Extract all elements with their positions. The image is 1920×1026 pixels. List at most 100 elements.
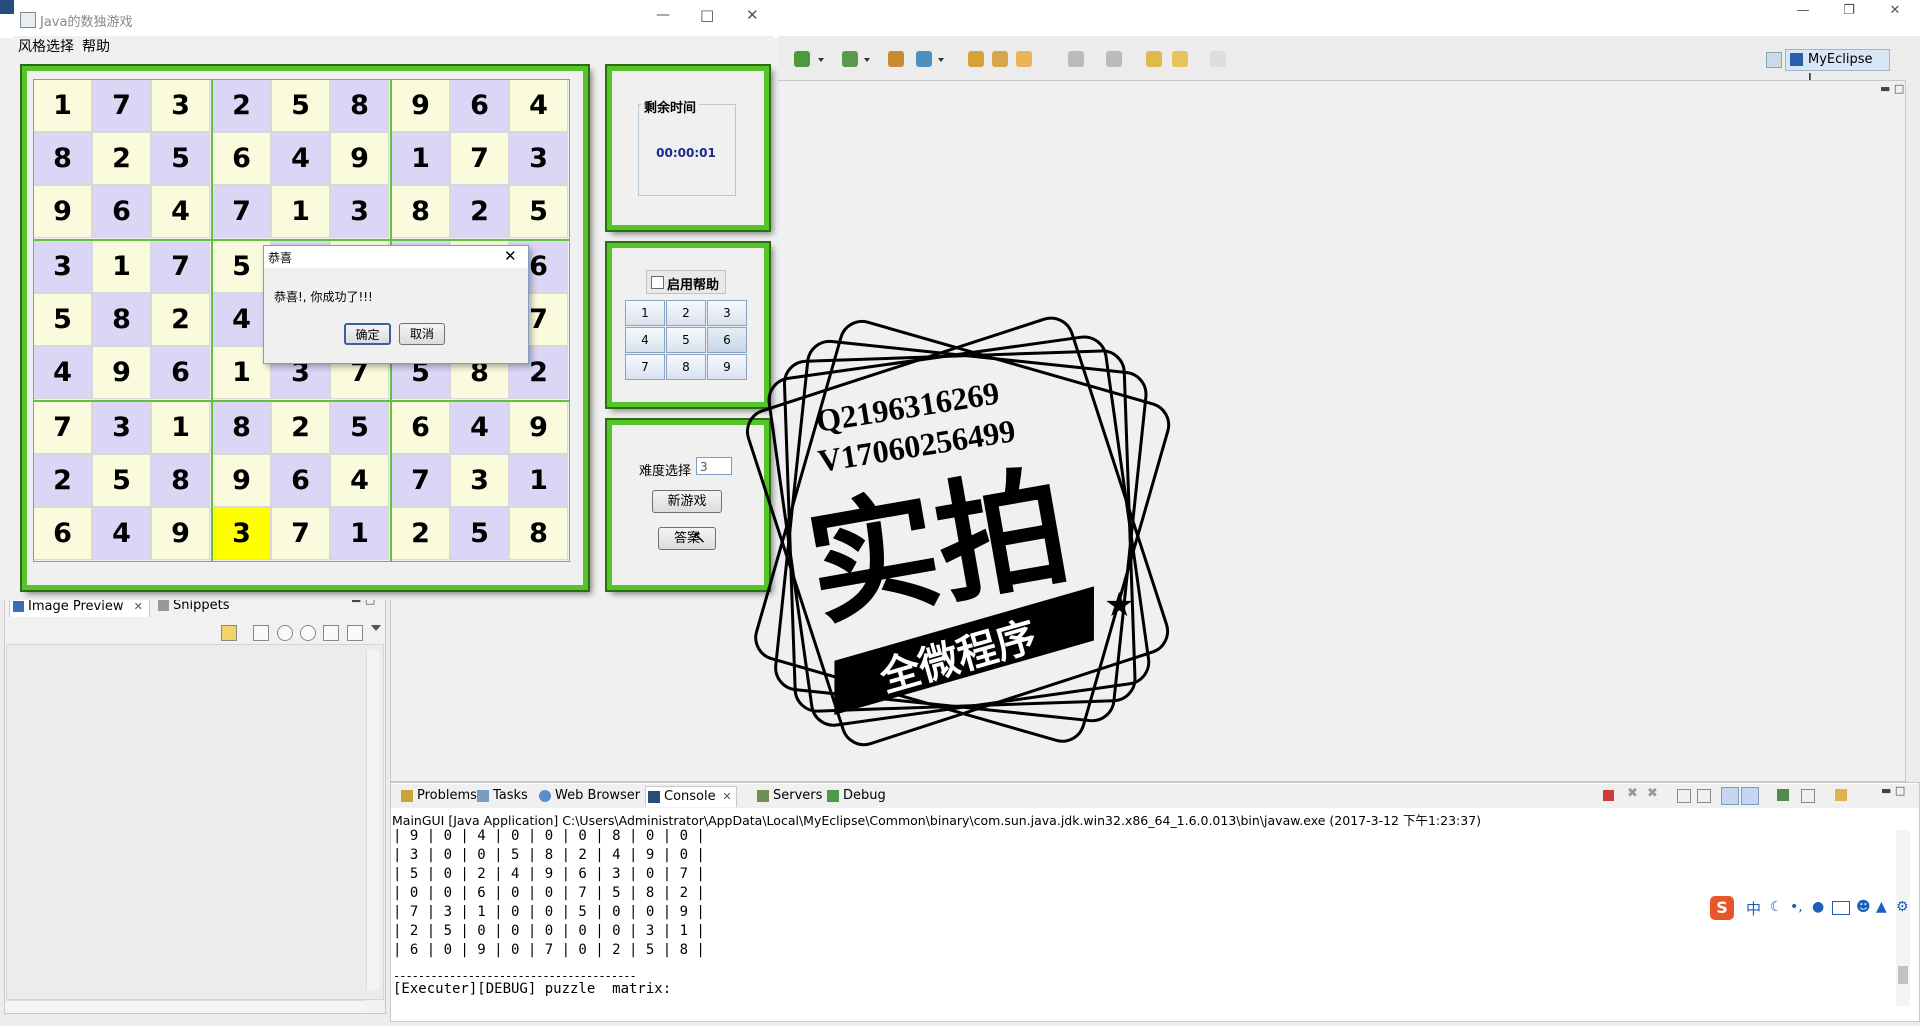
difficulty-input[interactable]: 3 [696,457,732,475]
sudoku-cell[interactable]: 3 [330,185,389,238]
show-stdout-icon[interactable] [1721,787,1739,805]
sudoku-cell[interactable]: 8 [391,185,450,238]
sudoku-cell[interactable]: 3 [33,240,92,293]
sudoku-cell[interactable]: 1 [391,132,450,185]
sudoku-cell[interactable]: 1 [92,240,151,293]
close-tab-icon[interactable]: ✕ [134,600,143,613]
clear-console-icon[interactable] [1677,789,1691,803]
sudoku-cell[interactable]: 9 [509,401,568,454]
minimize-icon[interactable]: — [656,7,670,23]
sudoku-cell[interactable]: 5 [330,401,389,454]
view-menu-icon[interactable] [371,625,381,631]
keypad-9[interactable]: 9 [707,354,747,380]
sudoku-cell[interactable]: 2 [33,454,92,507]
keypad-7[interactable]: 7 [625,354,665,380]
close-tab-icon[interactable]: ✕ [722,787,731,807]
keypad-3[interactable]: 3 [707,300,747,326]
keypad-5[interactable]: 5 [666,327,706,353]
sudoku-cell[interactable]: 7 [450,132,509,185]
chevron-down-icon[interactable] [864,58,870,62]
open-perspective-icon[interactable] [1766,52,1782,68]
sudoku-cell[interactable]: 5 [33,293,92,346]
sudoku-cell[interactable]: 7 [92,79,151,132]
sudoku-cell[interactable]: 8 [92,293,151,346]
answer-button[interactable]: 答案 [658,527,716,550]
editor-minmax-icon[interactable]: ▬ □ [1880,82,1904,95]
tab-tasks[interactable]: Tasks [475,786,528,806]
sudoku-cell[interactable]: 3 [450,454,509,507]
keypad-2[interactable]: 2 [666,300,706,326]
sudoku-cell[interactable]: 4 [33,346,92,399]
show-stderr-icon[interactable] [1741,787,1759,805]
sudoku-cell[interactable]: 2 [92,132,151,185]
microphone-icon[interactable]: ● [1812,899,1824,915]
sudoku-cell[interactable]: 4 [509,79,568,132]
sudoku-cell[interactable]: 4 [271,132,330,185]
sudoku-cell[interactable]: 2 [151,293,210,346]
last-edit-icon[interactable] [1146,51,1162,67]
sudoku-cell[interactable]: 9 [151,507,210,560]
sudoku-cell[interactable]: 7 [33,401,92,454]
menu-help[interactable]: 帮助 [82,38,110,56]
cancel-button[interactable]: 取消 [399,323,445,345]
new-game-button[interactable]: 新游戏 [652,490,722,513]
sudoku-cell[interactable]: 6 [33,507,92,560]
sudoku-cell[interactable]: 9 [92,346,151,399]
keypad-8[interactable]: 8 [666,354,706,380]
sudoku-cell[interactable]: 2 [271,401,330,454]
sudoku-cell[interactable]: 5 [450,507,509,560]
package-icon[interactable] [1016,51,1032,67]
tab-console[interactable]: Console ✕ [645,786,737,807]
sudoku-cell[interactable]: 6 [391,401,450,454]
view-minmax-icon[interactable]: ▬ □ [1881,784,1905,797]
sudoku-cell[interactable]: 9 [212,454,271,507]
sudoku-cell[interactable]: 1 [509,454,568,507]
sudoku-cell[interactable]: 1 [330,507,389,560]
sudoku-cell[interactable]: 6 [450,79,509,132]
sudoku-cell[interactable]: 7 [151,240,210,293]
keypad-6[interactable]: 6 [707,327,747,353]
sudoku-cell[interactable]: 6 [92,185,151,238]
remove-all-icon[interactable]: ✖ [1647,786,1658,801]
tools-icon[interactable] [992,51,1008,67]
sudoku-cell[interactable]: 2 [391,507,450,560]
actual-size-icon[interactable] [323,625,339,641]
forward-icon[interactable] [1210,51,1226,67]
user-icon[interactable]: ☻ [1856,899,1871,915]
skin-icon[interactable]: ▲ [1876,899,1887,915]
tab-problems[interactable]: Problems [399,786,477,806]
keypad-4[interactable]: 4 [625,327,665,353]
sudoku-cell[interactable]: 2 [450,185,509,238]
sudoku-cell[interactable]: 1 [33,79,92,132]
sudoku-cell[interactable]: 8 [33,132,92,185]
sudoku-cell[interactable]: 7 [391,454,450,507]
help-checkbox[interactable]: 启用帮助 [646,270,726,294]
preview-h-scrollbar[interactable] [6,1000,366,1013]
menu-style[interactable]: 风格选择 [18,38,74,56]
sudoku-cell[interactable]: 3 [212,507,271,560]
open-console-icon[interactable] [1835,789,1847,801]
sudoku-cell[interactable]: 5 [509,185,568,238]
link-icon[interactable] [221,625,237,641]
sudoku-cell[interactable]: 3 [509,132,568,185]
sudoku-cell[interactable]: 6 [151,346,210,399]
sudoku-cell[interactable]: 8 [509,507,568,560]
sudoku-cell[interactable]: 2 [212,79,271,132]
restore-icon[interactable]: ❐ [1826,0,1872,24]
sudoku-cell[interactable]: 5 [92,454,151,507]
zoom-out-icon[interactable] [277,625,293,641]
sudoku-cell[interactable]: 7 [212,185,271,238]
scroll-lock-icon[interactable] [1697,789,1711,803]
sudoku-cell[interactable]: 3 [151,79,210,132]
zoom-in-icon[interactable] [300,625,316,641]
ime-mode-label[interactable]: 中 [1746,898,1761,919]
close-icon[interactable]: ✕ [504,247,517,265]
annotation-icon[interactable] [1068,51,1084,67]
sudoku-cell[interactable]: 8 [330,79,389,132]
sudoku-cell[interactable]: 1 [151,401,210,454]
tab-debug[interactable]: Debug [825,786,886,806]
sudoku-cell[interactable]: 6 [271,454,330,507]
server-icon[interactable] [888,51,904,67]
ok-button[interactable]: 确定 [344,323,391,345]
settings-icon[interactable]: ⚙ [1896,899,1909,915]
